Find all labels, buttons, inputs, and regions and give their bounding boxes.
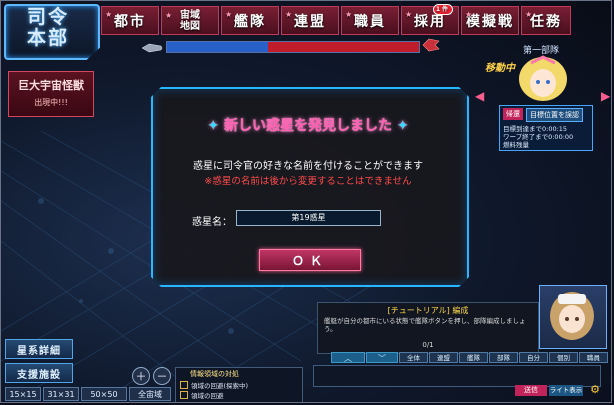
fuel-remaining: 燃料残量 bbox=[503, 141, 529, 149]
menu-button-label: 任務 bbox=[530, 13, 562, 30]
chat-tab[interactable]: 連盟 bbox=[429, 352, 458, 363]
menu-button[interactable]: ★ 任務 bbox=[521, 6, 571, 35]
gear-icon[interactable]: ⚙ bbox=[589, 384, 601, 396]
character-portrait bbox=[511, 53, 575, 105]
checkbox-icon[interactable] bbox=[180, 381, 188, 389]
chat-tab[interactable]: 部隊 bbox=[489, 352, 518, 363]
checkbox-icon[interactable] bbox=[180, 391, 188, 399]
system-detail-button[interactable]: 星系詳細 bbox=[5, 339, 73, 359]
ship-icon bbox=[141, 39, 163, 53]
menu-button[interactable]: ★ 宙域 地図 bbox=[161, 6, 219, 35]
scale-31-button[interactable]: 31×31 bbox=[43, 387, 79, 401]
chat-tab[interactable]: 自分 bbox=[519, 352, 548, 363]
legend-row[interactable]: 領域の回避(探索中) bbox=[180, 380, 248, 390]
star-icon: ★ bbox=[405, 10, 415, 19]
legend-title: 情報領域の対処 bbox=[190, 370, 239, 378]
scale-50-button[interactable]: 50×50 bbox=[81, 387, 127, 401]
menu-button[interactable]: ★ 採用 1件 bbox=[401, 4, 459, 35]
menu-button[interactable]: ★ 職員 bbox=[341, 6, 399, 35]
star-icon: ★ bbox=[225, 10, 235, 19]
right-arrow-icon[interactable]: ▶ bbox=[601, 89, 610, 103]
dialog-warning: ※惑星の名前は後から変更することはできません bbox=[204, 176, 412, 187]
ok-button[interactable]: ＯＫ bbox=[259, 249, 361, 271]
planet-name-input[interactable] bbox=[236, 210, 381, 226]
tutorial-body: 艦艇が自分の都市にいる状態で艦隊ボタンを押し、部隊編成しましょう。 bbox=[324, 317, 526, 333]
chat-area[interactable] bbox=[313, 365, 601, 387]
left-arrow-icon[interactable]: ◀ bbox=[475, 89, 484, 103]
menu-button-label: 職員 bbox=[354, 13, 386, 30]
area-legend: 情報領域の対処 領域の回避(探索中) 領域の回避 bbox=[175, 367, 303, 402]
boss-sub: 出現中!!! bbox=[34, 98, 68, 107]
star-icon: ★ bbox=[525, 10, 535, 19]
chat-tab[interactable]: 職員 bbox=[579, 352, 608, 363]
zoom-out-icon[interactable]: － bbox=[153, 367, 171, 385]
support-facility-button[interactable]: 支援施設 bbox=[5, 363, 73, 383]
menu-button-label: 都市 bbox=[114, 13, 146, 30]
send-button[interactable]: 送信 bbox=[515, 385, 547, 396]
star-icon: ✦ bbox=[396, 118, 409, 134]
star-icon: ✦ bbox=[207, 118, 220, 134]
star-icon: ★ bbox=[165, 11, 173, 20]
menu-button-label: 艦隊 bbox=[234, 13, 266, 30]
tutorial-progress: 0/1 bbox=[422, 341, 434, 349]
dialog-message: 惑星に司令官の好きな名前を付けることができます bbox=[193, 161, 423, 172]
legend-row[interactable]: 領域の回避 bbox=[180, 390, 224, 400]
chat-tab[interactable]: 艦隊 bbox=[459, 352, 488, 363]
star-icon: ★ bbox=[345, 10, 355, 19]
fleet-status: 移動中 bbox=[485, 63, 515, 74]
main-menu: ★ 都市 ★ 宙域 地図 ★ 艦隊 ★ 連盟 ★ 職員 ★ 採用 1件 ★ 模擬戦 ★ 任務 bbox=[101, 4, 571, 35]
enemy-ship-icon bbox=[421, 37, 441, 53]
chat-tab[interactable]: 全体 bbox=[399, 352, 428, 363]
giant-monster-banner[interactable]: 巨大宇宙怪獣 出現中!!! bbox=[8, 71, 94, 117]
scale-15-button[interactable]: 15×15 bbox=[5, 387, 41, 401]
tutorial-character-portrait bbox=[539, 285, 607, 349]
tutorial-title: [チュートリアル] 編成 bbox=[387, 306, 469, 315]
planet-name-label: 惑星名： bbox=[192, 217, 232, 228]
chat-tab[interactable]: 個別 bbox=[549, 352, 578, 363]
star-icon: ★ bbox=[285, 10, 295, 19]
menu-button-label: 連盟 bbox=[294, 13, 326, 30]
star-icon: ★ bbox=[105, 10, 115, 19]
dialog-title: 新しい惑星を発見しました bbox=[224, 118, 392, 134]
scroll-down-button[interactable]: ﹀ bbox=[366, 352, 398, 363]
zoom-in-icon[interactable]: ＋ bbox=[132, 367, 150, 385]
game-screen: 司令 本部 ★ 都市 ★ 宙域 地図 ★ 艦隊 ★ 連盟 ★ 職員 ★ 採用 1件 ★ 模擬戦 ★ 任務 巨大宇… bbox=[0, 0, 612, 403]
notification-badge: 1件 bbox=[432, 4, 453, 15]
boss-title: 巨大宇宙怪獣 bbox=[18, 79, 84, 92]
scale-all-button[interactable]: 全宙域 bbox=[129, 387, 171, 401]
light-display-button[interactable]: ライト表示 bbox=[549, 385, 583, 396]
tutorial-panel: [チュートリアル] 編成 艦艇が自分の都市にいる状態で艦隊ボタンを押し、部隊編成… bbox=[317, 302, 539, 354]
menu-button[interactable]: ★ 都市 bbox=[101, 6, 159, 35]
menu-button[interactable]: ★ 連盟 bbox=[281, 6, 339, 35]
hq-logo-text: 司令 本部 bbox=[26, 6, 69, 49]
star-icon: ★ bbox=[465, 10, 475, 19]
fleet-power-bar bbox=[166, 41, 420, 53]
scroll-up-button[interactable]: ︿ bbox=[331, 352, 365, 363]
chat-tabs: 全体 連盟 艦隊 部隊 自分 個別 職員 bbox=[399, 352, 608, 363]
menu-button[interactable]: ★ 模擬戦 bbox=[461, 6, 519, 35]
menu-button-label: 宙域 地図 bbox=[180, 9, 200, 32]
dialog-title-row: ✦ 新しい惑星を発見しました ✦ bbox=[1, 115, 611, 135]
menu-button[interactable]: ★ 艦隊 bbox=[221, 6, 279, 35]
